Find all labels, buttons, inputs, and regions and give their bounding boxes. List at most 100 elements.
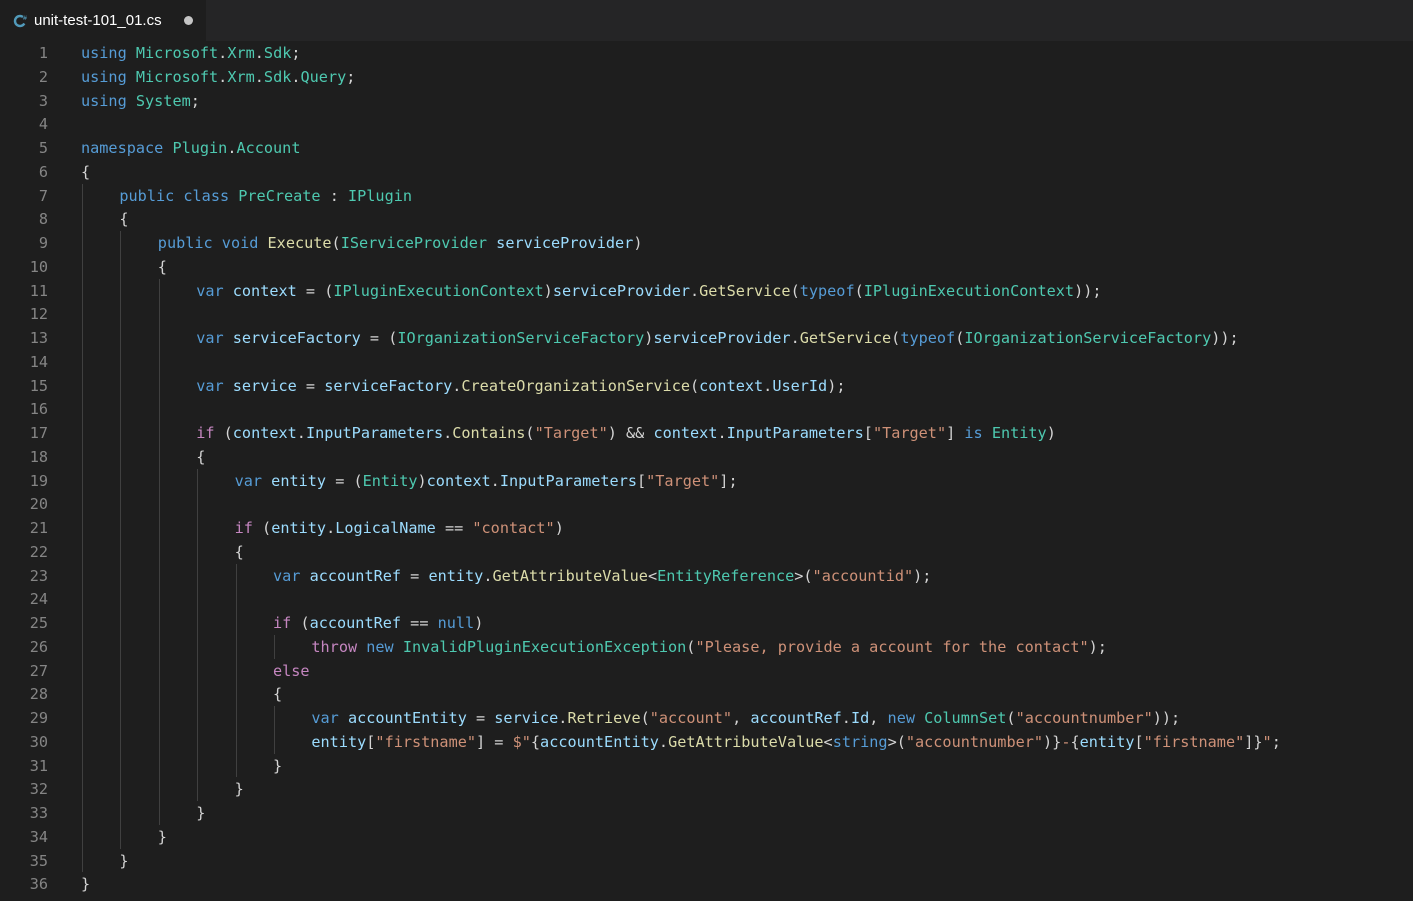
code-line[interactable]: 35} [0,849,1413,873]
code-token: . [218,44,228,62]
code-text: entity["firstname"] = $"{accountEntity.G… [311,730,1280,754]
code-token: Execute [267,234,332,252]
code-token: } [196,804,206,822]
line-number: 33 [29,804,48,822]
code-token: context [426,471,491,490]
code-text: } [273,754,282,778]
unsaved-changes-dot-icon[interactable] [184,16,193,25]
code-token: ] = [476,732,513,751]
code-line[interactable]: 1 using Microsoft.Xrm.Sdk; [0,41,1413,65]
code-token: ( [790,281,800,300]
code-token: { [81,162,91,181]
code-token: context [653,424,718,442]
code-token: , [732,709,751,727]
code-token: using [81,91,136,110]
code-token: GetAttributeValue [668,732,824,751]
code-line[interactable]: 18 { [0,445,1413,469]
code-line[interactable]: 4 [0,112,1413,136]
code-line[interactable]: 22 { [0,540,1413,564]
line-number: 3 [38,91,48,110]
code-token: ) [417,471,427,490]
line-number: 34 [29,827,48,846]
code-text: var service = serviceFactory. CreateOrgan… [196,374,845,398]
code-line[interactable]: 2 using Microsoft.Xrm.Sdk.Query; [0,65,1413,89]
code-token: == [401,614,438,632]
code-token: { [1070,732,1080,751]
code-line[interactable]: 7 public class PreCreate : IPlugin [0,184,1413,208]
code-line[interactable]: 25 if (accountRef == null) [0,611,1413,635]
line-number: 31 [29,756,48,775]
code-line[interactable]: 29 var accountEntity = service.Retrieve("… [0,706,1413,730]
code-token: "firstname" [1143,732,1245,751]
code-token: serviceProvider [552,281,690,300]
code-token: using [81,44,136,62]
code-line[interactable]: 23 var accountRef = entity.GetAttributeVa… [0,564,1413,588]
code-token: PreCreate [238,186,321,205]
code-line[interactable]: 24 [0,587,1413,611]
code-token: " [1262,732,1272,751]
code-line[interactable]: 15 var service = serviceFactory. CreateOrg… [0,374,1413,398]
code-line[interactable]: 14 [0,350,1413,374]
code-line[interactable]: 34} [0,825,1413,849]
code-line[interactable]: 31} [0,754,1413,778]
code-text: public class PreCreate : IPlugin [119,184,412,208]
code-line[interactable]: 20 [0,492,1413,516]
code-line[interactable]: 32} [0,777,1413,801]
code-editor[interactable]: 1 using Microsoft.Xrm.Sdk; 2 using Microsof… [0,41,1413,901]
code-line[interactable]: 8{ [0,207,1413,231]
line-number: 12 [29,305,48,324]
code-token: [ [863,424,873,442]
code-line[interactable]: 27 else [0,659,1413,683]
code-token: { [119,210,129,229]
code-line[interactable]: 33} [0,801,1413,825]
line-number: 27 [29,661,48,680]
code-line[interactable]: 6{ [0,160,1413,184]
code-token: = [466,709,495,727]
csharp-file-icon: # [12,13,28,29]
code-line[interactable]: 26 throw new InvalidPluginExecutionExcept… [0,635,1413,659]
code-token: if [234,519,263,537]
line-number: 35 [29,851,48,870]
code-text: if (accountRef == null) [273,611,483,635]
code-line[interactable]: 5 namespace Plugin.Account [0,136,1413,160]
code-token: new [887,709,925,727]
code-line[interactable]: 36} [0,872,1413,896]
code-token: EntityReference [657,566,795,585]
code-text: { [119,207,128,231]
code-line[interactable]: 11 var context = (IPluginExecutionContext… [0,279,1413,303]
indent-guide [235,563,237,778]
code-token: "Target" [534,424,608,442]
code-token: if [196,424,224,442]
indent-guide [274,634,275,659]
code-line[interactable]: 9 public void Execute(IServiceProvider se… [0,231,1413,255]
line-number: 36 [29,875,48,894]
code-line[interactable]: 10 { [0,255,1413,279]
code-line[interactable]: 16 [0,397,1413,421]
code-line[interactable]: 21 if (entity.LogicalName == "contact") [0,516,1413,540]
code-line[interactable]: 30 entity["firstname"] = $"{accountEntity… [0,730,1413,754]
code-line[interactable]: 28 { [0,682,1413,706]
code-line[interactable]: 17 if (context.InputParameters.Contains("… [0,421,1413,445]
code-token: CreateOrganizationService [461,376,690,395]
code-line[interactable]: 19 var entity = (Entity)context.InputPara… [0,469,1413,493]
code-line[interactable]: 3 using System; [0,89,1413,113]
code-token: GetService [799,329,892,347]
code-token: ) [1046,424,1056,442]
line-number: 14 [29,352,48,371]
code-token: serviceFactory [232,329,361,347]
code-token: ; [1271,732,1281,751]
tab-unit-test-file[interactable]: # unit-test-101_01.cs [0,0,206,41]
code-token: . [218,67,228,86]
code-token: , [869,709,888,727]
code-line[interactable]: 13 var serviceFactory = (IOrganizationSer… [0,326,1413,350]
code-token: "Target" [872,424,947,442]
line-number: 23 [29,566,48,585]
code-token: Query [300,67,347,86]
code-token: ; [190,91,200,110]
code-token: serviceProvider [496,234,634,252]
code-text: using Microsoft.Xrm.Sdk; [81,41,301,65]
line-number: 9 [38,234,48,252]
code-token: Account [236,139,301,157]
code-line[interactable]: 12 [0,302,1413,326]
